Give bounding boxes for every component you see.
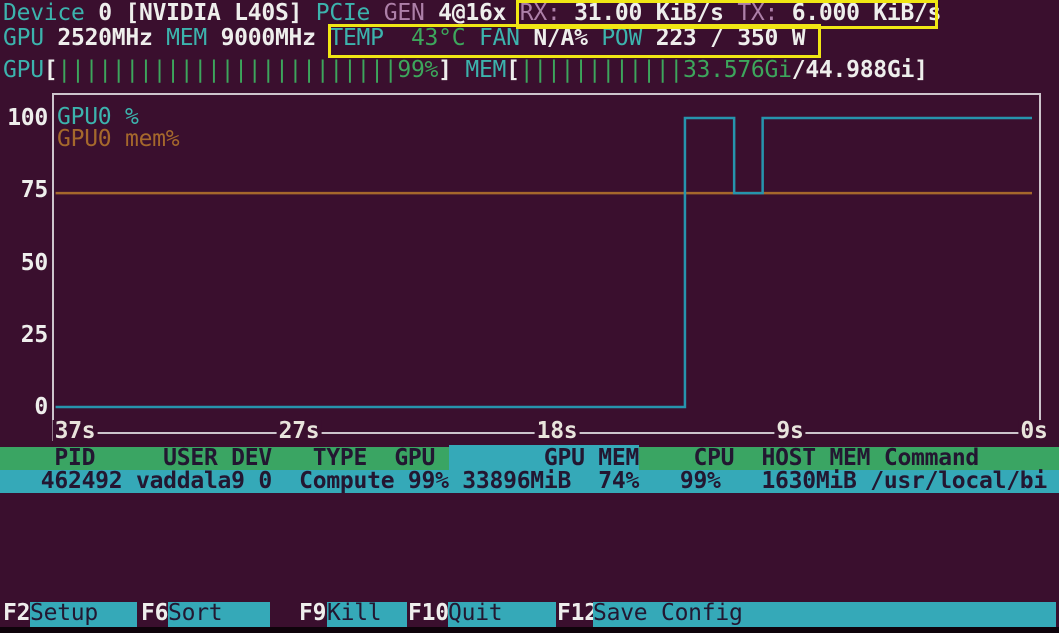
nvtop-terminal: Device 0 [NVIDIA L40S] PCIe GEN 4@16x RX… — [0, 0, 1059, 633]
x-axis-tick: 0s — [1018, 420, 1049, 443]
text-run: Device — [3, 0, 98, 26]
text-run: 6.000 KiB/s — [792, 0, 942, 26]
text-run: MEM — [465, 57, 506, 83]
fkey-f6-button[interactable]: F6 — [141, 602, 168, 627]
text-run: N/A% — [533, 25, 601, 51]
text-run: 0 — [98, 0, 125, 26]
bottom-edge-strip — [0, 627, 1059, 633]
gpu-mem-utilization-meters: GPU[|||||||||||||||||||||||||99%] MEM[||… — [3, 59, 928, 82]
x-axis-tick: 37s — [53, 420, 98, 443]
fkey-f10-button[interactable]: F10 — [408, 602, 449, 627]
gpu-utilization-line — [56, 118, 1032, 407]
x-axis-tick: 18s — [535, 420, 580, 443]
function-key-bar: F2SetupF6Sort F9KillF10QuitF12Save Config — [0, 602, 1059, 627]
text-run: /44.988Gi] — [792, 57, 928, 83]
fkey-f2-button[interactable]: F2 — [3, 602, 30, 627]
text-run: GPU — [3, 57, 44, 83]
text-run: MEM — [166, 25, 220, 51]
text-run: 9000MHz — [221, 25, 330, 51]
device-info-line: Device 0 [NVIDIA L40S] PCIe GEN 4@16x RX… — [3, 2, 941, 25]
text-run: RX: — [520, 0, 574, 26]
fkey-label-kill[interactable]: Kill — [327, 602, 407, 627]
x-axis-tick: 27s — [277, 420, 322, 443]
text-run — [452, 57, 466, 83]
text-run: 223 / 350 W — [656, 25, 806, 51]
y-axis-label: 100 — [0, 107, 48, 130]
text-run: TX: — [737, 0, 791, 26]
text-run: 4@16x — [438, 0, 520, 26]
text-run: [ — [44, 57, 58, 83]
text-run: FAN — [479, 25, 533, 51]
fkey-label-save-config[interactable]: Save Config — [593, 602, 1056, 627]
y-axis-label: 25 — [0, 324, 48, 347]
text-run: GEN — [384, 0, 438, 26]
fkey-label-setup[interactable]: Setup — [30, 602, 137, 627]
chart-plot-area — [52, 93, 1047, 445]
fkey-label-quit[interactable]: Quit — [448, 602, 556, 627]
text-run: TEMP — [329, 25, 397, 51]
text-run: 99% — [397, 57, 438, 83]
text-run: |||||||||||| — [520, 57, 683, 83]
text-run: 2520MHz — [57, 25, 166, 51]
x-axis-tick: 9s — [774, 420, 805, 443]
text-run: [ — [506, 57, 520, 83]
fkey-label-sort[interactable]: Sort — [168, 602, 270, 627]
legend-gpu-mem-percent: GPU0 mem% — [57, 128, 179, 151]
text-run: 31.00 KiB/s — [574, 0, 737, 26]
text-run: [NVIDIA L40S] — [125, 0, 315, 26]
clock-temp-power-line: GPU 2520MHz MEM 9000MHz TEMP 43°C FAN N/… — [3, 27, 805, 50]
y-axis-label: 75 — [0, 179, 48, 202]
text-run: 33.576Gi — [683, 57, 792, 83]
fkey-f9-button[interactable]: F9 — [299, 602, 326, 627]
y-axis-label: 0 — [0, 396, 48, 419]
text-run: PCIe — [316, 0, 384, 26]
fkey-f12-button[interactable]: F12 — [557, 602, 598, 627]
text-run: ||||||||||||||||||||||||| — [57, 57, 397, 83]
text-run: 43°C — [397, 25, 479, 51]
text-run: POW — [601, 25, 655, 51]
text-run: ] — [438, 57, 452, 83]
process-table-header[interactable]: PID USER DEV TYPE GPU GPU MEM CPU HOST M… — [0, 447, 1059, 470]
y-axis-label: 50 — [0, 252, 48, 275]
text-run: GPU — [3, 25, 57, 51]
process-table-row[interactable]: 462492 vaddala9 0 Compute 99% 33896MiB 7… — [0, 470, 1059, 493]
